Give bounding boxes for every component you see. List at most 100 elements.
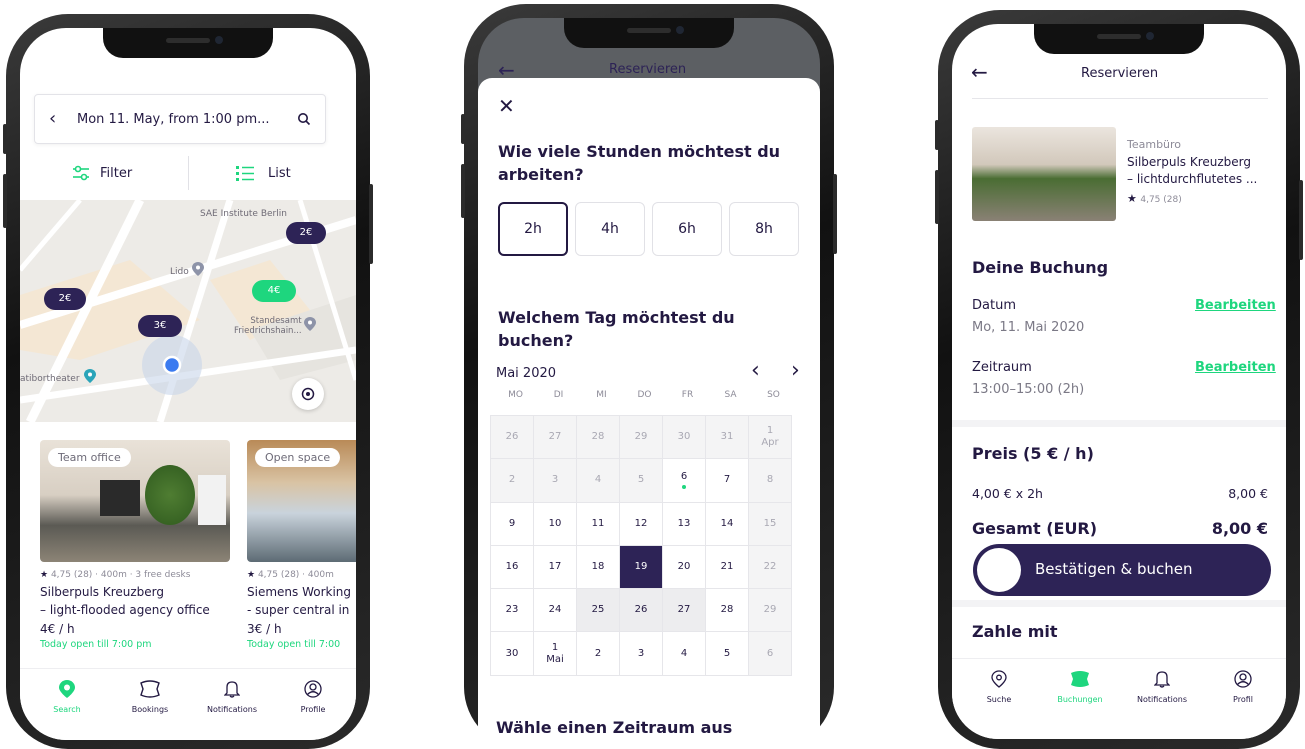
listing-title-2: – light-flooded agency office — [40, 603, 210, 617]
calendar-day[interactable]: 1 Mai — [534, 632, 577, 676]
tab-notifications[interactable]: Notifications — [1130, 670, 1194, 704]
map-price-pin[interactable]: 4€ — [252, 280, 296, 302]
calendar-day-number: 29 — [763, 604, 777, 616]
listing-card[interactable]: Open space ★ 4,75 (28) · 400m Siemens Wo… — [247, 440, 356, 660]
calendar-day[interactable]: 2 — [577, 632, 620, 676]
hour-option-8h[interactable]: 8h — [729, 202, 799, 256]
calendar-day-number: 12 — [634, 517, 648, 529]
prev-month-icon[interactable]: ‹ — [751, 360, 760, 382]
hour-option-2h[interactable]: 2h — [498, 202, 568, 256]
calendar-day-number: 27 — [548, 431, 562, 443]
hour-option-6h[interactable]: 6h — [652, 202, 722, 256]
calendar-day[interactable]: 6 — [663, 459, 706, 503]
listing-thumbnail — [972, 127, 1116, 221]
calendar-day[interactable]: 13 — [663, 502, 706, 546]
calendar-week: 2 3 4 5 6 7 8 — [491, 459, 792, 503]
search-icon[interactable] — [297, 112, 311, 126]
next-month-icon[interactable]: › — [791, 360, 800, 382]
calendar-day[interactable]: 24 — [534, 589, 577, 633]
calendar-day[interactable]: 20 — [663, 545, 706, 590]
calendar-day[interactable]: 23 — [491, 589, 534, 633]
calendar-day: 27 — [534, 416, 577, 460]
calendar-day[interactable]: 25 — [577, 589, 620, 633]
calendar-day-number: 8 — [766, 474, 774, 486]
slider-knob[interactable] — [977, 548, 1021, 592]
tab-bookings[interactable]: Bookings — [122, 680, 178, 714]
calendar-day[interactable]: 26 — [620, 589, 663, 633]
weekday-label: MI — [596, 390, 607, 400]
total-label: Gesamt (EUR) — [972, 519, 1098, 538]
calendar-day-selected[interactable]: 19 — [620, 545, 663, 590]
price-heading: Preis (5 € / h) — [972, 444, 1094, 463]
listing-badge: Team office — [48, 448, 131, 467]
hour-option-4h[interactable]: 4h — [575, 202, 645, 256]
calendar-day[interactable]: 30 — [491, 632, 534, 676]
calendar-day[interactable]: 3 — [620, 632, 663, 676]
list-button[interactable]: List — [236, 161, 291, 185]
map-price-pin[interactable]: 2€ — [286, 222, 326, 244]
calendar-day[interactable]: 16 — [491, 545, 534, 590]
calendar-day[interactable]: 14 — [706, 502, 749, 546]
listing-price: 4€ / h — [40, 622, 75, 636]
map-poi-icon — [304, 317, 316, 331]
calendar-week: 9 10 11 12 13 14 15 — [491, 502, 792, 546]
tab-search[interactable]: Suche — [974, 670, 1024, 704]
calendar-day-number: 2 — [594, 647, 602, 659]
calendar-day[interactable]: 9 — [491, 502, 534, 546]
edit-time-link[interactable]: Bearbeiten — [1195, 360, 1276, 375]
tab-profile[interactable]: Profile — [288, 680, 338, 714]
tab-notifications[interactable]: Notifications — [200, 680, 264, 714]
locate-me-button[interactable] — [292, 378, 324, 410]
back-arrow-icon[interactable]: ‹ — [49, 108, 56, 129]
calendar-day[interactable]: 21 — [706, 545, 749, 590]
calendar-day[interactable]: 27 — [663, 589, 706, 633]
calendar-day: 2 — [491, 459, 534, 503]
calendar-day-number: 27 — [677, 604, 691, 616]
star-icon: ★ — [1127, 192, 1141, 205]
confirm-label: Bestätigen & buchen — [1035, 560, 1193, 578]
tab-search[interactable]: Search — [42, 680, 92, 714]
calendar-day-number: 2 — [508, 474, 516, 486]
close-icon[interactable]: ✕ — [498, 96, 515, 116]
calendar-day-number: 26 — [505, 431, 519, 443]
hours-sheet: ✕ Wie viele Stunden möchtest du arbeiten… — [478, 78, 820, 749]
search-bar[interactable]: ‹ Mon 11. May, from 1:00 pm... — [34, 94, 326, 144]
calendar-day: 15 — [749, 502, 792, 546]
calendar-day[interactable]: 28 — [706, 589, 749, 633]
search-query-text[interactable]: Mon 11. May, from 1:00 pm... — [77, 112, 270, 127]
crosshair-icon — [301, 387, 315, 401]
star-icon: ★ — [40, 570, 51, 580]
map-price-pin[interactable]: 2€ — [44, 288, 86, 310]
calendar-day-number: 25 — [591, 604, 605, 616]
map-view[interactable]: SAE Institute Berlin Lido Standesamt Fri… — [20, 200, 356, 422]
back-arrow-icon[interactable]: ← — [971, 60, 988, 84]
calendar-day-number: 14 — [720, 517, 734, 529]
tab-profile[interactable]: Profil — [1218, 670, 1268, 704]
calendar-day[interactable]: 7 — [706, 459, 749, 503]
calendar-day-number: 13 — [677, 517, 691, 529]
calendar-day-number: 6 — [680, 471, 688, 483]
listing-meta: 4,75 (28) · 400m · 3 free desks — [50, 570, 191, 580]
calendar-day-number: 7 — [723, 474, 731, 486]
calendar-day[interactable]: 17 — [534, 545, 577, 590]
filter-button[interactable]: Filter — [72, 161, 132, 185]
calendar-day[interactable]: 10 — [534, 502, 577, 546]
calendar-day-number: 6 — [766, 647, 774, 659]
calendar-day-number: 26 — [634, 604, 648, 616]
calendar-day: 1 Apr — [749, 416, 792, 460]
listing-card[interactable]: Team office ★ 4,75 (28) · 400m · 3 free … — [40, 440, 230, 660]
listing-title-1: Silberpuls Kreuzberg — [40, 585, 165, 599]
calendar-day[interactable]: 18 — [577, 545, 620, 590]
calendar-day[interactable]: 11 — [577, 502, 620, 546]
map-price-pin[interactable]: 3€ — [138, 315, 182, 337]
edit-date-link[interactable]: Bearbeiten — [1195, 298, 1276, 313]
confirm-booking-slider[interactable]: Bestätigen & buchen — [973, 544, 1271, 596]
filter-divider — [188, 156, 189, 190]
profile-icon — [1234, 670, 1252, 688]
calendar-day[interactable]: 5 — [706, 632, 749, 676]
tab-bookings[interactable]: Buchungen — [1050, 670, 1110, 704]
calendar-day[interactable]: 4 — [663, 632, 706, 676]
calendar-day-number: 15 — [763, 517, 777, 529]
calendar-day[interactable]: 12 — [620, 502, 663, 546]
calendar-day-number: 16 — [505, 561, 519, 573]
